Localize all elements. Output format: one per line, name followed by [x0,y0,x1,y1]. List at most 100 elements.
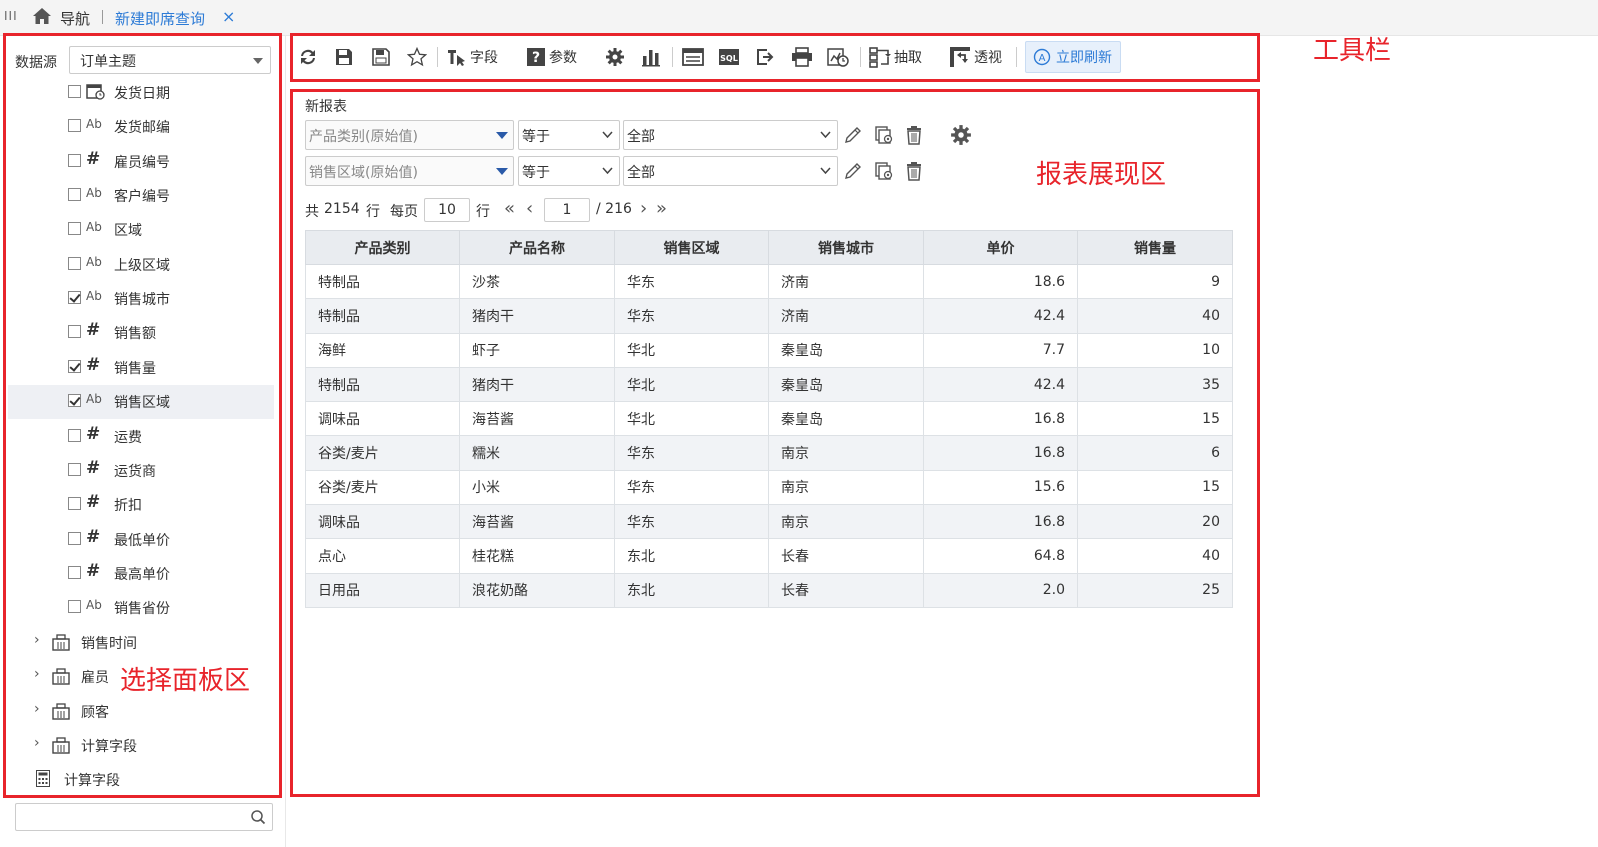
toolbar-divider [672,47,673,67]
refresh-now-button[interactable]: A 立即刷新 [1025,41,1121,73]
caret-down-icon [253,58,263,64]
field-group[interactable]: › 计算字段 [8,729,274,763]
field-checkbox[interactable] [68,119,81,133]
filter-value-select[interactable]: 全部 [623,156,838,186]
field-item[interactable]: # 最高单价 [8,557,274,591]
field-item[interactable]: # 最低单价 [8,523,274,557]
export-button[interactable] [755,43,775,71]
field-checkbox[interactable] [68,256,81,270]
column-header[interactable]: 销售量 [1077,230,1233,265]
field-checkbox[interactable] [68,359,81,373]
field-checkbox[interactable] [68,462,81,476]
table-cell: 18.6 [923,263,1078,300]
extract-label: 抽取 [894,50,922,66]
table-cell: 点心 [305,538,460,574]
pager-per-page-label: 每页 [390,204,418,220]
filter-field-select[interactable]: 产品类别(原始值) [305,120,514,150]
chevron-right-icon[interactable]: › [34,735,40,751]
table-cell: 调味品 [305,401,460,437]
field-item[interactable]: # 运货商 [8,454,274,488]
column-header[interactable]: 销售区域 [614,230,769,265]
chevron-right-icon[interactable]: › [34,701,40,717]
current-page-input[interactable]: 1 [544,198,590,222]
trash-icon[interactable] [903,160,925,182]
trash-icon[interactable] [903,124,925,146]
home-icon[interactable] [32,7,52,25]
field-checkbox[interactable] [68,325,81,339]
field-item[interactable]: Ab 销售省份 [8,591,274,624]
prev-page-icon[interactable]: ‹ [526,198,533,219]
field-checkbox[interactable] [68,188,81,202]
last-page-icon[interactable]: » [656,198,667,219]
field-checkbox[interactable] [68,531,81,545]
field-item[interactable]: Ab 销售区域 [8,385,274,420]
field-item[interactable]: # 运费 [8,420,274,454]
extract-button[interactable]: 抽取 [869,43,922,71]
field-checkbox[interactable] [68,85,81,98]
calc-field-item[interactable]: 计算字段 [8,763,274,797]
chevron-right-icon[interactable]: › [34,632,40,648]
field-checkbox[interactable] [68,565,81,579]
field-item[interactable]: Ab 区域 [8,213,274,247]
next-page-icon[interactable]: › [640,198,647,219]
edit-pencil-icon[interactable] [842,124,864,146]
filter-settings-gear-icon[interactable] [950,124,972,146]
copy-settings-icon[interactable] [873,124,895,146]
copy-settings-icon[interactable] [873,160,895,182]
chevron-right-icon[interactable]: › [34,666,40,682]
tab-new-adhoc-query[interactable]: 新建即席查询 [115,8,205,29]
reload-button[interactable] [298,43,318,71]
field-item[interactable]: # 折扣 [8,488,274,522]
field-item[interactable]: Ab 客户编号 [8,179,274,213]
field-group[interactable]: › 顾客 [8,695,274,729]
column-header[interactable]: 销售城市 [768,230,924,265]
field-button[interactable]: 字段 [447,43,498,71]
menu-icon[interactable]: III [4,9,18,23]
print-button[interactable] [791,43,813,71]
field-checkbox[interactable] [68,394,81,408]
first-page-icon[interactable]: « [504,198,515,219]
save-button[interactable] [334,43,354,71]
schedule-button[interactable] [827,43,849,71]
favorite-button[interactable] [407,43,427,71]
field-item[interactable]: # 雇员编号 [8,145,274,179]
nav-label[interactable]: 导航 [60,8,90,29]
layout-button[interactable] [682,43,704,71]
column-header[interactable]: 产品名称 [459,230,615,265]
sql-button[interactable]: SQL [718,43,740,71]
field-checkbox[interactable] [68,497,81,511]
column-header[interactable]: 产品类别 [305,230,460,265]
filter-field-select[interactable]: 销售区域(原始值) [305,156,514,186]
field-group[interactable]: › 销售时间 [8,626,274,660]
search-icon[interactable] [250,809,266,825]
filter-value-select[interactable]: 全部 [623,120,838,150]
field-search-input[interactable] [15,803,273,831]
filter-operator-select[interactable]: 等于 [518,120,620,150]
parameter-button[interactable]: ? 参数 [526,43,577,71]
field-item[interactable]: # 销售量 [8,351,274,385]
field-item[interactable]: # 销售额 [8,316,274,350]
field-checkbox[interactable] [68,222,81,236]
field-checkbox[interactable] [68,153,81,167]
field-item[interactable]: Ab 上级区域 [8,248,274,282]
tab-close-icon[interactable]: × [222,7,235,26]
field-item[interactable]: Ab 发货邮编 [8,110,274,144]
field-checkbox[interactable] [68,600,81,614]
filter-row: 销售区域(原始值) 等于 全部 [305,156,1005,186]
chart-button[interactable] [641,43,661,71]
column-header[interactable]: 单价 [923,230,1078,265]
filter-operator-select[interactable]: 等于 [518,156,620,186]
datasource-select[interactable]: 订单主题 [69,46,271,74]
field-checkbox[interactable] [68,428,81,442]
pivot-button[interactable]: 透视 [949,43,1002,71]
text-type-icon: Ab [86,289,102,304]
group-label: 销售时间 [81,636,137,652]
edit-pencil-icon[interactable] [842,160,864,182]
per-page-input[interactable]: 10 [424,198,470,222]
print-icon [792,47,812,67]
save-as-button[interactable] [371,43,391,71]
field-item[interactable]: 发货日期 [8,76,274,110]
field-checkbox[interactable] [68,291,81,305]
field-item[interactable]: Ab 销售城市 [8,282,274,316]
settings-button[interactable] [605,43,625,71]
